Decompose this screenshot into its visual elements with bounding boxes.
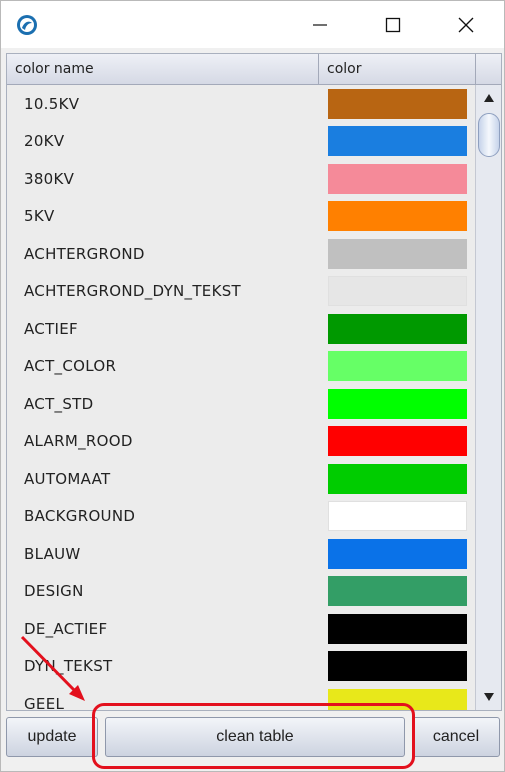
table-row[interactable]: 380KV: [7, 160, 475, 198]
color-name-cell[interactable]: 20KV: [7, 132, 319, 150]
table-row[interactable]: DYN_TEKST: [7, 648, 475, 686]
color-name-cell[interactable]: BACKGROUND: [7, 507, 319, 525]
scrollbar-thumb[interactable]: [478, 113, 500, 157]
color-value-cell[interactable]: [319, 310, 475, 348]
color-swatch: [327, 201, 467, 232]
table-body: 10.5KV 20KV 380KV 5KV ACHTERGROND ACHTER…: [7, 85, 475, 710]
app-logo-icon: [17, 15, 37, 35]
color-name-cell[interactable]: ACHTERGROND_DYN_TEKST: [7, 282, 319, 300]
color-value-cell[interactable]: [319, 273, 475, 311]
table-row[interactable]: ALARM_ROOD: [7, 423, 475, 461]
color-swatch: [327, 538, 467, 569]
color-swatch: [327, 88, 467, 119]
cancel-button[interactable]: cancel: [412, 717, 500, 757]
color-swatch: [327, 501, 467, 532]
scroll-down-button[interactable]: [476, 686, 501, 708]
color-swatch: [327, 163, 467, 194]
table-row[interactable]: ACHTERGROND_DYN_TEKST: [7, 273, 475, 311]
color-value-cell[interactable]: [319, 460, 475, 498]
table-row[interactable]: AUTOMAAT: [7, 460, 475, 498]
color-name-cell[interactable]: DYN_TEKST: [7, 657, 319, 675]
scroll-up-icon: [484, 94, 494, 102]
color-swatch: [327, 126, 467, 157]
column-header-color-name[interactable]: color name: [7, 54, 319, 84]
color-name-cell[interactable]: BLAUW: [7, 545, 319, 563]
color-swatch: [327, 651, 467, 682]
color-value-cell[interactable]: [319, 610, 475, 648]
color-value-cell[interactable]: [319, 648, 475, 686]
color-name-cell[interactable]: ACT_STD: [7, 395, 319, 413]
color-table: color name color 10.5KV 20KV 380KV 5KV A…: [6, 53, 502, 711]
table-row[interactable]: ACT_STD: [7, 385, 475, 423]
table-row[interactable]: ACT_COLOR: [7, 348, 475, 386]
table-row[interactable]: ACTIEF: [7, 310, 475, 348]
table-row[interactable]: 20KV: [7, 123, 475, 161]
color-name-cell[interactable]: 5KV: [7, 207, 319, 225]
color-name-cell[interactable]: AUTOMAAT: [7, 470, 319, 488]
color-name-cell[interactable]: ALARM_ROOD: [7, 432, 319, 450]
title-bar: [1, 1, 504, 48]
color-name-cell[interactable]: DE_ACTIEF: [7, 620, 319, 638]
color-swatch: [327, 388, 467, 419]
table-row[interactable]: ACHTERGROND: [7, 235, 475, 273]
maximize-button[interactable]: [370, 1, 416, 48]
table-header: color name color: [7, 54, 475, 85]
color-value-cell[interactable]: [319, 573, 475, 611]
update-button[interactable]: update: [6, 717, 98, 757]
color-name-cell[interactable]: DESIGN: [7, 582, 319, 600]
color-swatch: [327, 576, 467, 607]
color-value-cell[interactable]: [319, 498, 475, 536]
color-value-cell[interactable]: [319, 160, 475, 198]
highlight-box: [92, 703, 415, 769]
color-swatch: [327, 276, 467, 307]
color-value-cell[interactable]: [319, 423, 475, 461]
scroll-up-button[interactable]: [476, 87, 501, 109]
color-value-cell[interactable]: [319, 385, 475, 423]
scroll-down-icon: [484, 693, 494, 701]
header-corner: [475, 54, 501, 85]
minimize-button[interactable]: [297, 1, 343, 48]
column-header-color[interactable]: color: [319, 54, 475, 84]
table-row[interactable]: DESIGN: [7, 573, 475, 611]
color-name-cell[interactable]: 380KV: [7, 170, 319, 188]
color-name-cell[interactable]: ACTIEF: [7, 320, 319, 338]
color-value-cell[interactable]: [319, 85, 475, 123]
color-value-cell[interactable]: [319, 348, 475, 386]
color-swatch: [327, 613, 467, 644]
color-swatch: [327, 463, 467, 494]
color-swatch: [327, 238, 467, 269]
minimize-icon: [313, 23, 327, 26]
maximize-icon: [385, 17, 401, 32]
color-value-cell[interactable]: [319, 235, 475, 273]
color-editor-window: color name color 10.5KV 20KV 380KV 5KV A…: [0, 0, 505, 772]
color-swatch: [327, 426, 467, 457]
table-row[interactable]: BACKGROUND: [7, 498, 475, 536]
color-value-cell[interactable]: [319, 535, 475, 573]
color-name-cell[interactable]: ACHTERGROND: [7, 245, 319, 263]
color-name-cell[interactable]: 10.5KV: [7, 95, 319, 113]
color-swatch: [327, 313, 467, 344]
color-value-cell[interactable]: [319, 198, 475, 236]
close-icon: [458, 17, 474, 32]
vertical-scrollbar[interactable]: [475, 85, 501, 710]
table-row[interactable]: BLAUW: [7, 535, 475, 573]
color-name-cell[interactable]: ACT_COLOR: [7, 357, 319, 375]
color-value-cell[interactable]: [319, 123, 475, 161]
table-row[interactable]: 5KV: [7, 198, 475, 236]
table-row[interactable]: 10.5KV: [7, 85, 475, 123]
table-row[interactable]: DE_ACTIEF: [7, 610, 475, 648]
color-swatch: [327, 351, 467, 382]
close-button[interactable]: [443, 1, 489, 48]
